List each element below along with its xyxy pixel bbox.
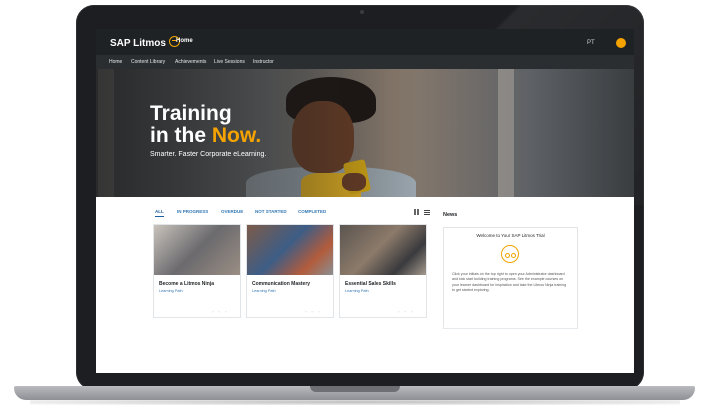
hero-title-line2: in the Now. (150, 125, 261, 147)
course-card[interactable]: Essential Sales Skills Learning Path ◦ ◦… (339, 224, 427, 318)
tab-all[interactable]: ALL (155, 209, 164, 217)
course-card[interactable]: Become a Litmos Ninja Learning Path ◦ ◦ … (153, 224, 241, 318)
dashboard-content: ALL IN PROGRESS OVERDUE NOT STARTED COMP… (96, 197, 634, 373)
brand-name: SAP Litmos (110, 38, 166, 49)
hero-title: Training in the Now. (150, 103, 261, 147)
hero-title-prefix: in the (150, 124, 212, 147)
course-type: Learning Path (252, 289, 276, 293)
grid-view-icon[interactable] (414, 209, 420, 215)
main-nav: Home Content Library Achievements Live S… (96, 55, 634, 69)
top-bar: SAP Litmos Home PT (96, 29, 634, 55)
nav-item-achievements[interactable]: Achievements (175, 59, 206, 65)
tab-not-started[interactable]: NOT STARTED (255, 209, 287, 214)
course-title: Communication Mastery (252, 281, 311, 287)
news-glasses-icon (501, 245, 519, 263)
course-thumbnail (247, 225, 333, 275)
tab-completed[interactable]: COMPLETED (298, 209, 326, 214)
course-title: Essential Sales Skills (345, 281, 396, 287)
nav-item-content-library[interactable]: Content Library (131, 59, 165, 65)
page-title: Home (176, 38, 193, 44)
nav-item-live-sessions[interactable]: Live Sessions (214, 59, 245, 65)
course-actions-icon[interactable]: ◦ ◦ ◦ (305, 309, 321, 314)
hero-title-line1: Training (150, 102, 232, 125)
tab-in-progress[interactable]: IN PROGRESS (177, 209, 208, 214)
brand-logo[interactable]: SAP Litmos (110, 36, 180, 49)
bottom-fade (96, 322, 634, 373)
hero-title-accent: Now. (211, 124, 262, 147)
course-type: Learning Path (159, 289, 183, 293)
course-card[interactable]: Communication Mastery Learning Path ◦ ◦ … (246, 224, 334, 318)
language-selector[interactable]: PT (587, 40, 595, 46)
news-card-title: Welcome to Your SAP Litmos Trial (476, 233, 545, 238)
hero-subtitle: Smarter. Faster Corporate eLearning. (150, 151, 267, 158)
laptop-notch (310, 386, 400, 392)
course-actions-icon[interactable]: ◦ ◦ ◦ (398, 309, 414, 314)
nav-item-home[interactable]: Home (109, 59, 122, 65)
course-actions-icon[interactable]: ◦ ◦ ◦ (212, 309, 228, 314)
tab-overdue[interactable]: OVERDUE (221, 209, 243, 214)
user-avatar-icon[interactable] (616, 38, 626, 48)
news-heading: News (443, 212, 458, 218)
news-card[interactable]: Welcome to Your SAP Litmos Trial Click y… (443, 227, 578, 329)
app-screen: SAP Litmos Home PT Home Content Library … (96, 29, 634, 373)
list-view-icon[interactable] (424, 209, 430, 215)
nav-item-instructor[interactable]: Instructor (253, 59, 274, 65)
course-thumbnail (340, 225, 426, 275)
hero-banner: Training in the Now. Smarter. Faster Cor… (96, 69, 634, 197)
course-thumbnail (154, 225, 240, 275)
course-title: Become a Litmos Ninja (159, 281, 215, 287)
news-card-body: Click your initials on the top right to … (452, 272, 567, 293)
camera-icon (360, 10, 364, 14)
course-type: Learning Path (345, 289, 369, 293)
